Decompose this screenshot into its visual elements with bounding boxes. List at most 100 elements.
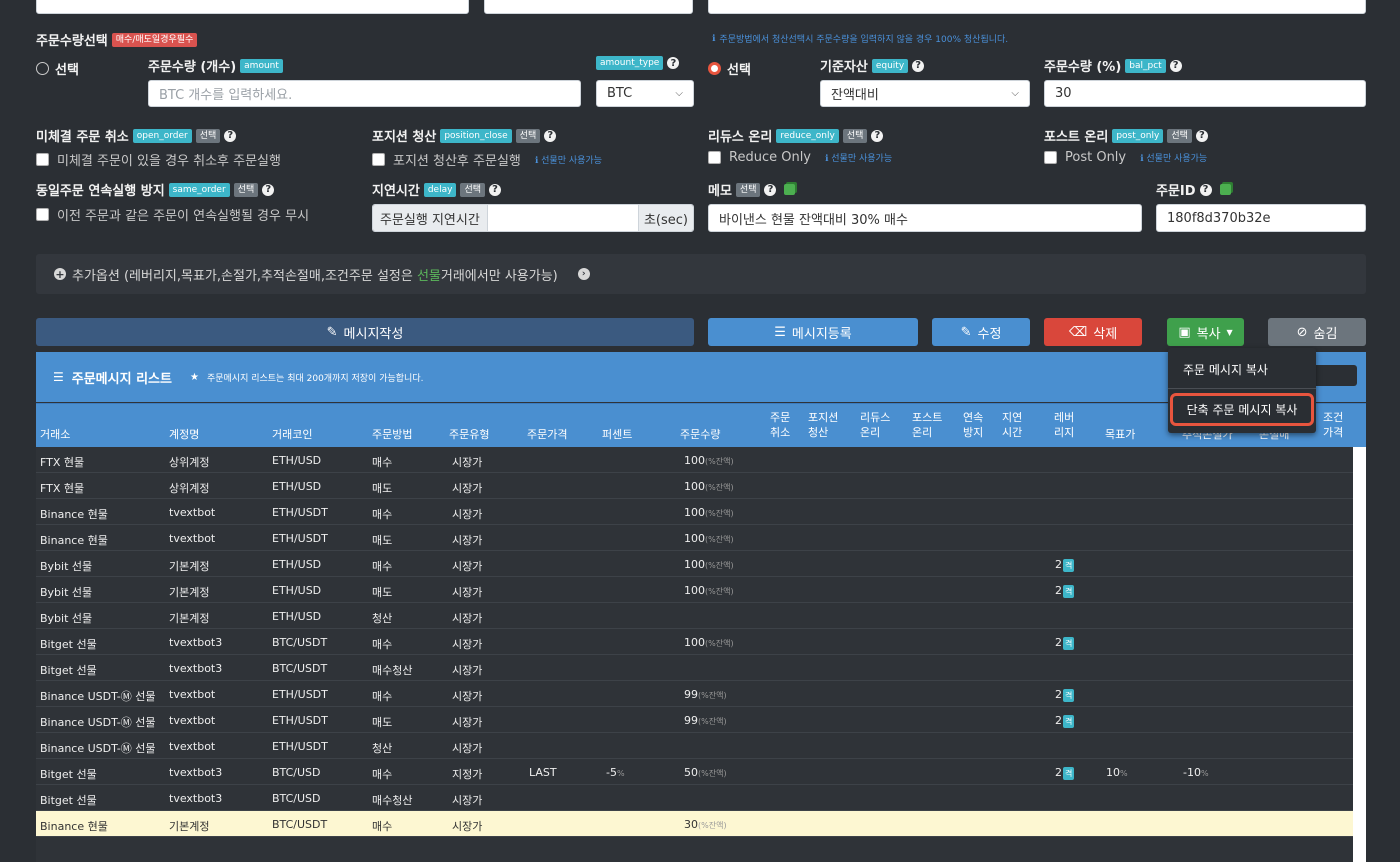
pencil-icon: ✎ bbox=[960, 324, 972, 340]
register-message-button[interactable]: ☰ 메시지등록 bbox=[708, 318, 918, 346]
help-icon[interactable]: ? bbox=[871, 129, 884, 142]
th-qty[interactable]: 주문수량 bbox=[680, 426, 720, 442]
open-order-checkbox[interactable]: 미체결 주문이 있을 경우 취소후 주문실행 bbox=[36, 150, 281, 169]
order-id-input[interactable]: 180f8d370b32e bbox=[1156, 204, 1366, 232]
th-method[interactable]: 주문방법 bbox=[372, 426, 412, 442]
equity-radio[interactable]: 선택 bbox=[708, 59, 751, 78]
table-row[interactable]: Binance 현물 기본계정 BTC/USDT 매수 시장가 30(%잔액) bbox=[36, 811, 1353, 837]
clipboard-icon: ▣ bbox=[1178, 324, 1191, 340]
hide-button[interactable]: ⊘ 숨김 bbox=[1268, 318, 1366, 346]
table-row[interactable]: Bybit 선물 기본계정 ETH/USD 매수 시장가 100(%잔액) 2 격 bbox=[36, 551, 1353, 577]
amount-input[interactable]: BTC 개수를 입력하세요. bbox=[148, 80, 581, 107]
close-notice: ℹ 주문방법에서 청산선택시 주문수량을 입력하지 않을 경우 100% 청산됩니… bbox=[712, 33, 1009, 46]
cell-coin: BTC/USD bbox=[272, 766, 321, 779]
th-type[interactable]: 주문유형 bbox=[449, 426, 489, 442]
table-row[interactable]: FTX 현물 상위계정 ETH/USD 매수 시장가 100(%잔액) bbox=[36, 447, 1353, 473]
th-reduce[interactable]: 리듀스 온리 bbox=[860, 410, 890, 440]
same-order-checkbox[interactable]: 이전 주문과 같은 주문이 연속실행될 경우 무시 bbox=[36, 205, 309, 224]
th-target[interactable]: 목표가 bbox=[1105, 426, 1135, 442]
delay-label: 지연시간 delay 선택? bbox=[372, 180, 501, 199]
table-row[interactable]: Bitget 선물 tvextbot3 BTC/USDT 매수 시장가 100(%잔액) 2… bbox=[36, 629, 1353, 655]
reduce-only-checkbox[interactable]: Reduce Only ℹ 선물만 사용가능 bbox=[708, 150, 892, 165]
table-row[interactable]: Binance USDT-Ⓜ 선물 tvextbot ETH/USDT 매도 시장가 99… bbox=[36, 707, 1353, 733]
th-lev[interactable]: 레버 리지 bbox=[1054, 410, 1074, 440]
memo-input[interactable]: 바이낸스 현물 잔액대비 30% 매수 bbox=[708, 204, 1142, 232]
table-row[interactable]: Bybit 선물 기본계정 ETH/USD 매도 시장가 100(%잔액) 2 격 bbox=[36, 577, 1353, 603]
bal-pct-input[interactable]: 30 bbox=[1044, 80, 1366, 107]
position-close-label: 포지션 청산 position_close 선택? bbox=[372, 126, 557, 145]
cell-price: LAST bbox=[529, 766, 557, 779]
edit-button[interactable]: ✎ 수정 bbox=[932, 318, 1030, 346]
table-row[interactable]: Bitget 선물 tvextbot3 BTC/USDT 매수청산 시장가 bbox=[36, 655, 1353, 681]
cell-coin: BTC/USDT bbox=[272, 636, 328, 649]
cell-acct: 상위계정 bbox=[169, 482, 210, 495]
cell-qty: 100(%잔액) bbox=[684, 636, 734, 649]
copy-icon[interactable] bbox=[784, 184, 796, 195]
table-row[interactable]: Binance USDT-Ⓜ 선물 tvextbot ETH/USDT 매수 시장가 99… bbox=[36, 681, 1353, 707]
cell-coin: ETH/USDT bbox=[272, 532, 328, 545]
th-price[interactable]: 주문가격 bbox=[527, 426, 567, 442]
caret-down-icon: ▼ bbox=[1226, 327, 1233, 337]
cell-ex: Bitget 선물 bbox=[40, 794, 97, 807]
th-cont[interactable]: 연속 방지 bbox=[963, 410, 983, 440]
th-cancel[interactable]: 주문 취소 bbox=[770, 410, 790, 440]
top-input-2[interactable] bbox=[484, 0, 693, 14]
th-close[interactable]: 포지션 청산 bbox=[808, 410, 838, 440]
cell-acct: tvextbot3 bbox=[169, 766, 223, 779]
th-exchange[interactable]: 거래소 bbox=[40, 426, 70, 442]
th-account[interactable]: 계정명 bbox=[169, 426, 199, 442]
amount-radio[interactable]: 선택 bbox=[36, 59, 79, 78]
th-cond[interactable]: 조건 가격 bbox=[1323, 410, 1343, 440]
table-row[interactable]: Bitget 선물 tvextbot3 BTC/USD 매수 지정가 LAST -5% 50(… bbox=[36, 759, 1353, 785]
copy-button[interactable]: ▣ 복사 ▼ bbox=[1167, 318, 1244, 346]
help-icon[interactable]: ? bbox=[489, 183, 501, 196]
table-row[interactable]: Binance 현물 tvextbot ETH/USDT 매도 시장가 100(%잔액) bbox=[36, 525, 1353, 551]
delete-button[interactable]: ⌫ 삭제 bbox=[1044, 318, 1142, 346]
copy-short-order-message-item[interactable]: 단축 주문 메시지 복사 bbox=[1170, 393, 1314, 426]
help-icon[interactable]: ? bbox=[224, 129, 237, 142]
cell-method: 매수 bbox=[372, 508, 393, 521]
th-delay[interactable]: 지연 시간 bbox=[1002, 410, 1022, 440]
top-input-1[interactable] bbox=[36, 0, 469, 14]
cell-acct: tvextbot3 bbox=[169, 662, 223, 675]
cell-coin: ETH/USD bbox=[272, 584, 322, 597]
cell-acct: 기본계정 bbox=[169, 560, 210, 573]
table-row[interactable]: Bybit 선물 기본계정 ETH/USD 청산 시장가 bbox=[36, 603, 1353, 629]
help-icon[interactable]: ? bbox=[912, 59, 925, 72]
th-coin[interactable]: 거래코인 bbox=[272, 426, 312, 442]
help-icon[interactable]: ? bbox=[262, 183, 275, 196]
order-id-label: 주문ID? bbox=[1156, 180, 1231, 199]
cell-coin: BTC/USDT bbox=[272, 662, 328, 675]
table-row[interactable]: Bitget 선물 tvextbot3 BTC/USD 매수청산 시장가 bbox=[36, 785, 1353, 811]
equity-select[interactable]: 잔액대비 ⌵ bbox=[820, 80, 1030, 107]
cell-type: 시장가 bbox=[452, 560, 483, 573]
cell-qty: 100(%잔액) bbox=[684, 584, 734, 597]
help-icon[interactable]: ? bbox=[544, 129, 557, 142]
cell-qty: 100(%잔액) bbox=[684, 506, 734, 519]
top-input-3[interactable] bbox=[708, 0, 1366, 14]
bal-pct-label: 주문수량 (%) bal_pct? bbox=[1044, 56, 1182, 75]
cell-ex: Bitget 선물 bbox=[40, 664, 97, 677]
table-scrollbar[interactable] bbox=[1353, 447, 1366, 862]
position-close-checkbox[interactable]: 포지션 청산후 주문실행 ℹ 선물만 사용가능 bbox=[372, 150, 602, 169]
cell-ex: Bitget 선물 bbox=[40, 768, 97, 781]
delay-input[interactable] bbox=[487, 205, 638, 231]
table-row[interactable]: FTX 현물 상위계정 ETH/USD 매도 시장가 100(%잔액) bbox=[36, 473, 1353, 499]
help-icon[interactable]: ? bbox=[1169, 59, 1182, 72]
help-icon[interactable]: ? bbox=[1195, 129, 1208, 142]
help-icon[interactable]: ? bbox=[764, 183, 777, 196]
help-icon[interactable]: ? bbox=[1199, 183, 1212, 196]
table-row[interactable]: Binance 현물 tvextbot ETH/USDT 매수 시장가 100(%잔액) bbox=[36, 499, 1353, 525]
copy-icon[interactable] bbox=[1219, 184, 1231, 195]
table-row[interactable]: Binance USDT-Ⓜ 선물 tvextbot ETH/USDT 청산 시장가 bbox=[36, 733, 1353, 759]
cell-type: 시장가 bbox=[452, 690, 483, 703]
post-only-checkbox[interactable]: Post Only ℹ 선물만 사용가능 bbox=[1044, 150, 1207, 165]
help-icon[interactable]: ? bbox=[667, 57, 680, 69]
copy-order-message-item[interactable]: 주문 메시지 복사 bbox=[1183, 361, 1268, 378]
extra-options-bar[interactable]: + 추가옵션 (레버리지,목표가,손절가,추적손절매,조건주문 설정은 선물거래… bbox=[36, 254, 1366, 294]
write-message-button[interactable]: ✎ 메시지작성 bbox=[36, 318, 694, 346]
th-percent[interactable]: 퍼센트 bbox=[602, 426, 632, 442]
cell-method: 청산 bbox=[372, 742, 393, 755]
amount-type-select[interactable]: BTC ⌵ bbox=[596, 80, 694, 107]
th-post[interactable]: 포스트 온리 bbox=[912, 410, 942, 440]
